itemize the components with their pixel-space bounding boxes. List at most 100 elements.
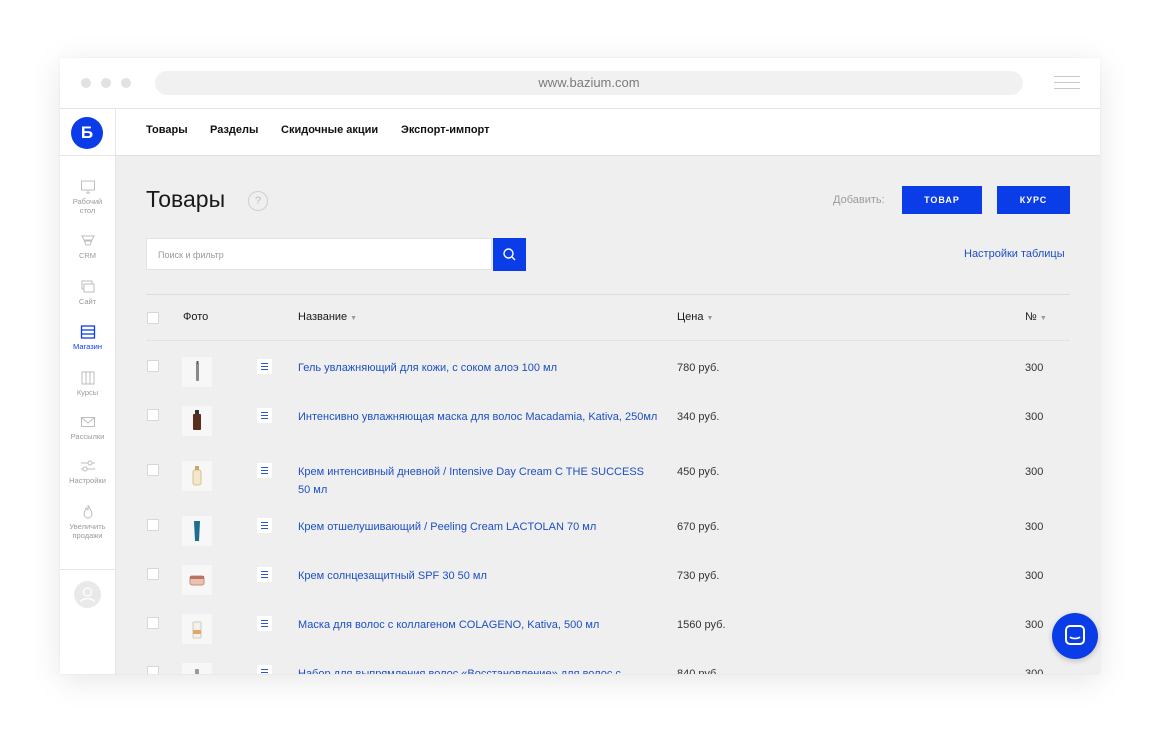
address-bar[interactable]: www.bazium.com bbox=[155, 71, 1023, 95]
column-header-price[interactable]: Цена ▼ bbox=[677, 311, 713, 323]
monitor-icon bbox=[80, 180, 95, 194]
row-checkbox[interactable] bbox=[147, 666, 159, 674]
row-menu-icon[interactable] bbox=[257, 665, 272, 674]
product-image bbox=[189, 575, 205, 586]
sidebar-item-label: Увеличить bbox=[69, 522, 106, 531]
product-thumbnail[interactable] bbox=[182, 516, 212, 546]
help-icon[interactable]: ? bbox=[248, 191, 268, 211]
sidebar-item-crm[interactable]: CRM bbox=[60, 233, 115, 260]
product-thumbnail[interactable] bbox=[182, 406, 212, 436]
sidebar-item-label: Магазин bbox=[73, 342, 102, 351]
row-menu-icon[interactable] bbox=[257, 463, 272, 478]
chat-icon bbox=[1065, 625, 1085, 645]
product-price: 340 руб. bbox=[677, 411, 720, 423]
table-row: Крем интенсивный дневной / Intensive Day… bbox=[116, 461, 1100, 512]
product-number: 300 bbox=[1025, 668, 1044, 674]
product-number: 300 bbox=[1025, 411, 1044, 423]
row-menu-icon[interactable] bbox=[257, 408, 272, 423]
topnav-products[interactable]: Товары bbox=[146, 124, 188, 136]
sidebar-item-mailings[interactable]: Рассылки bbox=[60, 414, 115, 441]
product-image bbox=[193, 410, 201, 430]
product-thumbnail[interactable] bbox=[182, 461, 212, 491]
product-thumbnail[interactable] bbox=[182, 357, 212, 387]
sidebar-item-settings[interactable]: Настройки bbox=[60, 458, 115, 485]
window-dot-maximize[interactable] bbox=[121, 78, 131, 88]
product-price: 670 руб. bbox=[677, 521, 720, 533]
product-name-link[interactable]: Набор для выпрямления волос «Восстановле… bbox=[298, 665, 658, 674]
hamburger-menu-icon[interactable] bbox=[1054, 76, 1080, 90]
add-product-button[interactable]: ТОВАР bbox=[902, 186, 982, 214]
product-price: 730 руб. bbox=[677, 570, 720, 582]
search-button[interactable] bbox=[493, 238, 526, 271]
topnav-discounts[interactable]: Скидочные акции bbox=[281, 124, 378, 136]
table-row: Маска для волос с коллагеном COLAGENO, K… bbox=[116, 614, 1100, 665]
product-image bbox=[194, 521, 200, 541]
product-thumbnail[interactable] bbox=[182, 663, 212, 674]
row-menu-icon[interactable] bbox=[257, 567, 272, 582]
product-number: 300 bbox=[1025, 466, 1044, 478]
add-course-button[interactable]: КУРС bbox=[997, 186, 1070, 214]
sidebar-item-boost-sales[interactable]: Увеличить продажи bbox=[60, 504, 115, 540]
chat-button[interactable] bbox=[1052, 613, 1098, 659]
product-price: 840 руб. bbox=[677, 668, 720, 674]
row-checkbox[interactable] bbox=[147, 568, 159, 580]
sidebar-item-dashboard[interactable]: Рабочий стол bbox=[60, 179, 115, 215]
row-checkbox[interactable] bbox=[147, 464, 159, 476]
product-name-link[interactable]: Гель увлажняющий для кожи, с соком алоэ … bbox=[298, 359, 658, 377]
product-name-link[interactable]: Крем отшелушивающий / Peeling Cream LACT… bbox=[298, 518, 658, 536]
product-image bbox=[192, 466, 202, 486]
row-checkbox[interactable] bbox=[147, 617, 159, 629]
row-menu-icon[interactable] bbox=[257, 518, 272, 533]
row-checkbox[interactable] bbox=[147, 360, 159, 372]
browser-chrome: www.bazium.com bbox=[60, 58, 1100, 109]
main-content: Товары ? Добавить: ТОВАР КУРС Поиск и фи… bbox=[116, 156, 1100, 674]
product-thumbnail[interactable] bbox=[182, 614, 212, 644]
sidebar-item-label: Настройки bbox=[69, 476, 106, 485]
divider bbox=[146, 340, 1070, 341]
sidebar-item-site[interactable]: Сайт bbox=[60, 279, 115, 306]
product-number: 300 bbox=[1025, 362, 1044, 374]
row-checkbox[interactable] bbox=[147, 409, 159, 421]
search-input[interactable]: Поиск и фильтр bbox=[146, 238, 492, 270]
product-image bbox=[192, 621, 202, 639]
funnel-icon bbox=[80, 235, 95, 246]
logo[interactable]: Б bbox=[71, 117, 103, 149]
product-price: 450 руб. bbox=[677, 466, 720, 478]
store-icon bbox=[80, 325, 95, 339]
product-thumbnail[interactable] bbox=[182, 565, 212, 595]
divider bbox=[146, 294, 1070, 295]
sliders-icon bbox=[80, 460, 95, 472]
product-number: 300 bbox=[1025, 570, 1044, 582]
row-menu-icon[interactable] bbox=[257, 616, 272, 631]
avatar[interactable] bbox=[74, 581, 101, 608]
window-dot-close[interactable] bbox=[81, 78, 91, 88]
row-menu-icon[interactable] bbox=[257, 359, 272, 374]
product-image bbox=[196, 361, 199, 381]
table-row: Набор для выпрямления волос «Восстановле… bbox=[116, 663, 1100, 674]
column-header-photo: Фото bbox=[183, 311, 209, 323]
product-price: 780 руб. bbox=[677, 362, 720, 374]
row-checkbox[interactable] bbox=[147, 519, 159, 531]
sidebar-item-shop[interactable]: Магазин bbox=[60, 324, 115, 351]
sort-icon: ▼ bbox=[706, 315, 714, 322]
topnav-sections[interactable]: Разделы bbox=[210, 124, 258, 136]
column-header-number[interactable]: № ▼ bbox=[1025, 311, 1047, 323]
sidebar-item-courses[interactable]: Курсы bbox=[60, 370, 115, 397]
table-row: Крем отшелушивающий / Peeling Cream LACT… bbox=[116, 516, 1100, 567]
top-nav: Товары Разделы Скидочные акции Экспорт-и… bbox=[116, 109, 1100, 156]
product-name-link[interactable]: Крем интенсивный дневной / Intensive Day… bbox=[298, 463, 658, 499]
window-dot-minimize[interactable] bbox=[101, 78, 111, 88]
table-settings-link[interactable]: Настройки таблицы bbox=[964, 248, 1065, 260]
topnav-export-import[interactable]: Экспорт-импорт bbox=[401, 124, 490, 136]
sidebar-item-label: продажи bbox=[72, 531, 103, 540]
sidebar-item-label: Рассылки bbox=[70, 432, 105, 441]
product-name-link[interactable]: Маска для волос с коллагеном COLAGENO, K… bbox=[298, 616, 658, 634]
product-number: 300 bbox=[1025, 521, 1044, 533]
product-name-link[interactable]: Крем солнцезащитный SPF 30 50 мл bbox=[298, 567, 658, 585]
sidebar-item-label: Рабочий bbox=[72, 197, 103, 206]
product-name-link[interactable]: Интенсивно увлажняющая маска для волос M… bbox=[298, 408, 658, 426]
select-all-checkbox[interactable] bbox=[147, 312, 159, 324]
table-row: Гель увлажняющий для кожи, с соком алоэ … bbox=[116, 357, 1100, 408]
user-icon bbox=[79, 587, 96, 603]
column-header-name[interactable]: Название ▼ bbox=[298, 311, 357, 323]
